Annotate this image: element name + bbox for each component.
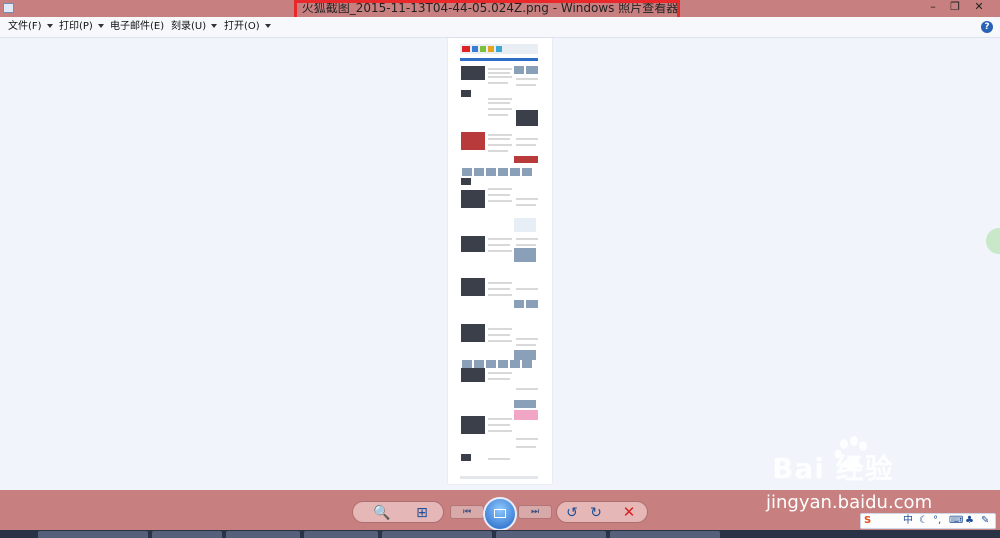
photo-viewer-app-icon[interactable] xyxy=(3,3,14,13)
moon-icon[interactable]: ☾ xyxy=(919,514,928,528)
menu-burn-label: 刻录(U) xyxy=(171,21,207,32)
taskbar-item[interactable] xyxy=(496,531,606,538)
taskbar-item[interactable] xyxy=(610,531,720,538)
zoom-icon[interactable]: 🔍 xyxy=(371,502,393,524)
taskbar-item[interactable] xyxy=(304,531,378,538)
close-button[interactable]: ✕ xyxy=(968,0,990,14)
windows-taskbar xyxy=(0,530,1000,538)
rotate-left-icon[interactable]: ↺ xyxy=(561,502,583,524)
keyboard-icon[interactable]: ⌨ xyxy=(949,514,963,528)
menu-file-label: 文件(F) xyxy=(8,21,42,32)
watermark-logo-text: Bai 经验 xyxy=(772,452,894,485)
taskbar-item[interactable] xyxy=(382,531,492,538)
taskbar-item[interactable] xyxy=(152,531,222,538)
menu-email[interactable]: 电子邮件(E) xyxy=(110,17,164,37)
skin-icon[interactable]: ♣ xyxy=(965,514,974,528)
ime-language-label[interactable]: 中 xyxy=(903,514,913,528)
taskbar-item[interactable] xyxy=(38,531,148,538)
chevron-down-icon xyxy=(46,24,53,28)
previous-button[interactable]: ⏮ xyxy=(450,505,484,519)
menu-open-label: 打开(O) xyxy=(224,21,260,32)
menu-burn[interactable]: 刻录(U) xyxy=(171,17,218,37)
chevron-down-icon xyxy=(211,24,218,28)
side-panel-handle[interactable] xyxy=(986,228,1000,254)
slideshow-button[interactable] xyxy=(483,497,517,531)
help-icon[interactable]: ? xyxy=(981,21,993,33)
fit-window-icon[interactable]: ⊞ xyxy=(411,502,433,524)
ime-toolbar[interactable]: S 中 ☾ °, ⌨ ♣ ✎ xyxy=(860,513,996,529)
chevron-down-icon xyxy=(97,24,104,28)
minimize-button[interactable]: – xyxy=(922,0,944,14)
sogou-logo-icon: S xyxy=(864,515,872,526)
rotate-right-icon[interactable]: ↻ xyxy=(585,502,607,524)
maximize-button[interactable]: ❐ xyxy=(944,0,966,14)
menu-print-label: 打印(P) xyxy=(59,21,93,32)
next-button[interactable]: ⏭ xyxy=(518,505,552,519)
zoom-fit-group: 🔍 ⊞ xyxy=(352,501,444,523)
displayed-image xyxy=(448,38,552,484)
taskbar-item[interactable] xyxy=(226,531,300,538)
menu-bar: 文件(F) 打印(P) 电子邮件(E) 刻录(U) 打开(O) xyxy=(0,17,1000,38)
slideshow-icon xyxy=(494,509,506,518)
image-viewport[interactable] xyxy=(0,38,1000,490)
watermark-url: jingyan.baidu.com xyxy=(766,492,933,513)
punctuation-icon[interactable]: °, xyxy=(933,514,941,528)
webpage-thumbnail xyxy=(448,38,552,484)
menu-file[interactable]: 文件(F) xyxy=(8,17,53,37)
tools-icon[interactable]: ✎ xyxy=(981,514,989,528)
menu-open[interactable]: 打开(O) xyxy=(224,17,271,37)
menu-email-label: 电子邮件(E) xyxy=(110,21,165,32)
menu-print[interactable]: 打印(P) xyxy=(59,17,104,37)
chevron-down-icon xyxy=(264,24,271,28)
delete-icon[interactable]: ✕ xyxy=(620,501,638,523)
